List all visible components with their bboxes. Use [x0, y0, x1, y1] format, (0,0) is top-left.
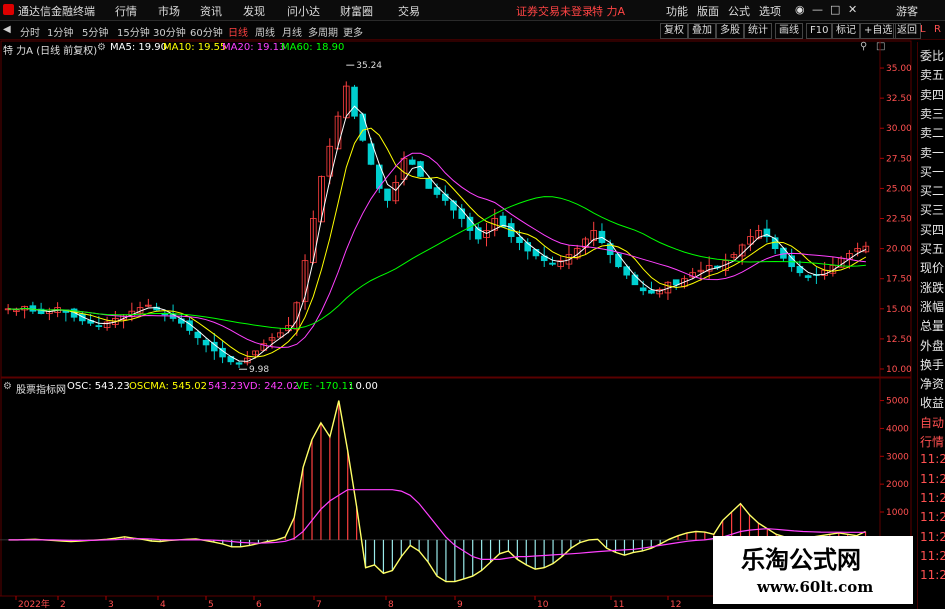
watermark-title: 乐淘公式网 [741, 546, 861, 574]
x-tick-label: 2022年 [18, 598, 50, 609]
x-tick-label: 3 [108, 600, 114, 609]
price-tick-label: 15.00 [886, 305, 912, 315]
ma-line-ma5 [8, 105, 867, 362]
candle-body [516, 236, 523, 243]
candle-body [648, 289, 655, 294]
sidebar-item: 卖一 [920, 145, 945, 160]
ma-line-ma60 [8, 196, 866, 330]
price-tick-label: 25.00 [886, 184, 912, 194]
sidebar-item: 买二 [920, 184, 945, 199]
price-tick-label: 22.50 [886, 215, 912, 225]
x-tick-label: 12 [670, 600, 681, 609]
sidebar-item: 买三 [920, 203, 945, 218]
price-tick-label: 32.50 [886, 94, 912, 104]
candle-body [804, 275, 812, 278]
ma-layer [8, 105, 867, 362]
candle-body [631, 274, 639, 286]
x-tick-label: 2 [60, 600, 66, 609]
osc-tick-label: 4000 [886, 424, 909, 434]
sidebar-item: 卖五 [920, 68, 945, 83]
x-tick-label: 9 [457, 600, 463, 609]
candle-body [235, 362, 243, 365]
x-tick-label: 11 [613, 600, 624, 609]
sidebar-item: 净资 [920, 377, 945, 392]
sidebar-item: 外盘 [920, 338, 945, 353]
x-tick-label: 8 [388, 600, 394, 609]
candle-body [351, 86, 358, 117]
sidebar-item: 委比 [920, 49, 945, 63]
price-tick-label: 12.50 [886, 335, 912, 345]
candle-body [672, 279, 680, 286]
sidebar-mark-r: R [934, 24, 941, 35]
osc-tick-label: 1000 [886, 508, 909, 518]
watermark-url: www.60lt.com [757, 578, 874, 596]
watermark: 乐淘公式网 www.60lt.com [713, 536, 913, 604]
sidebar-item[interactable]: 11:2 [920, 530, 945, 544]
osc-tick-label: 3000 [886, 452, 909, 462]
sidebar-item: 涨跌 [920, 280, 945, 295]
x-tick-label: 5 [208, 600, 214, 609]
price-tick-label: 30.00 [886, 124, 912, 134]
candle-body [95, 325, 103, 328]
x-tick-label: 10 [537, 600, 549, 609]
candle-body [194, 331, 202, 339]
price-tick-label: 35.00 [886, 64, 912, 74]
candle-layer: 35.24 9.98 [4, 61, 870, 375]
candle-body [408, 159, 416, 165]
sidebar-item: 买五 [920, 242, 945, 256]
sidebar-item[interactable]: 11:2 [920, 491, 945, 505]
sidebar-item[interactable]: 11:2 [920, 568, 945, 582]
sidebar-item[interactable]: 11:2 [920, 549, 945, 563]
sidebar-item: 买四 [920, 222, 945, 237]
grid-layer [0, 40, 912, 597]
price-tick-label: 20.00 [886, 245, 912, 255]
sidebar-item[interactable]: 行情 [920, 433, 944, 450]
sidebar-item: 现价 [920, 261, 945, 276]
osc-tick-label: 5000 [886, 397, 909, 407]
osc-tick-label: 2000 [886, 480, 909, 490]
high-label: 35.24 [356, 61, 382, 71]
sidebar-item[interactable]: 11:2 [920, 472, 945, 486]
candle-body [771, 237, 779, 250]
sidebar-item: 收益 [920, 396, 945, 411]
candle-body [615, 253, 622, 268]
kline-chart[interactable]: 35.24 9.98 35.00 32.50 30.00 27.50 25.00 22.50… [0, 0, 945, 609]
candle-body [202, 339, 210, 346]
sidebar-item[interactable]: 自动 [920, 414, 944, 431]
price-tick-label: 27.50 [886, 154, 912, 164]
sidebar-item[interactable]: 11:2 [920, 452, 945, 466]
sidebar-item: 换手 [920, 357, 945, 372]
candle-body [359, 113, 367, 141]
ma-line-ma10 [8, 127, 867, 358]
ma-line-ma20 [8, 152, 866, 349]
candle-body [384, 188, 391, 201]
sidebar-item[interactable]: 11:2 [920, 510, 945, 524]
x-tick-label: 7 [316, 600, 322, 609]
axis-layer: 35.00 32.50 30.00 27.50 25.00 22.50 20.00 17.50… [0, 64, 912, 609]
low-label: 9.98 [249, 365, 269, 375]
sidebar-item: 卖四 [920, 87, 945, 102]
sidebar-item: 卖二 [920, 126, 945, 141]
x-tick-label: 4 [160, 600, 166, 609]
price-tick-label: 17.50 [886, 275, 912, 285]
quote-sidebar: 委比卖五卖四卖三卖二卖一买一买二买三买四买五现价涨跌涨幅总量外盘换手净资收益自动… [917, 42, 945, 609]
sidebar-item: 买一 [920, 164, 945, 179]
candle-body [549, 262, 556, 265]
x-tick-label: 6 [256, 600, 262, 609]
sidebar-item: 涨幅 [920, 299, 945, 314]
sidebar-mark-l: L [920, 24, 926, 35]
price-tick-label: 10.00 [886, 365, 912, 375]
sidebar-item: 卖三 [920, 106, 945, 121]
candle-body [639, 287, 647, 292]
sidebar-item: 总量 [920, 319, 945, 334]
candle-body [425, 178, 433, 189]
